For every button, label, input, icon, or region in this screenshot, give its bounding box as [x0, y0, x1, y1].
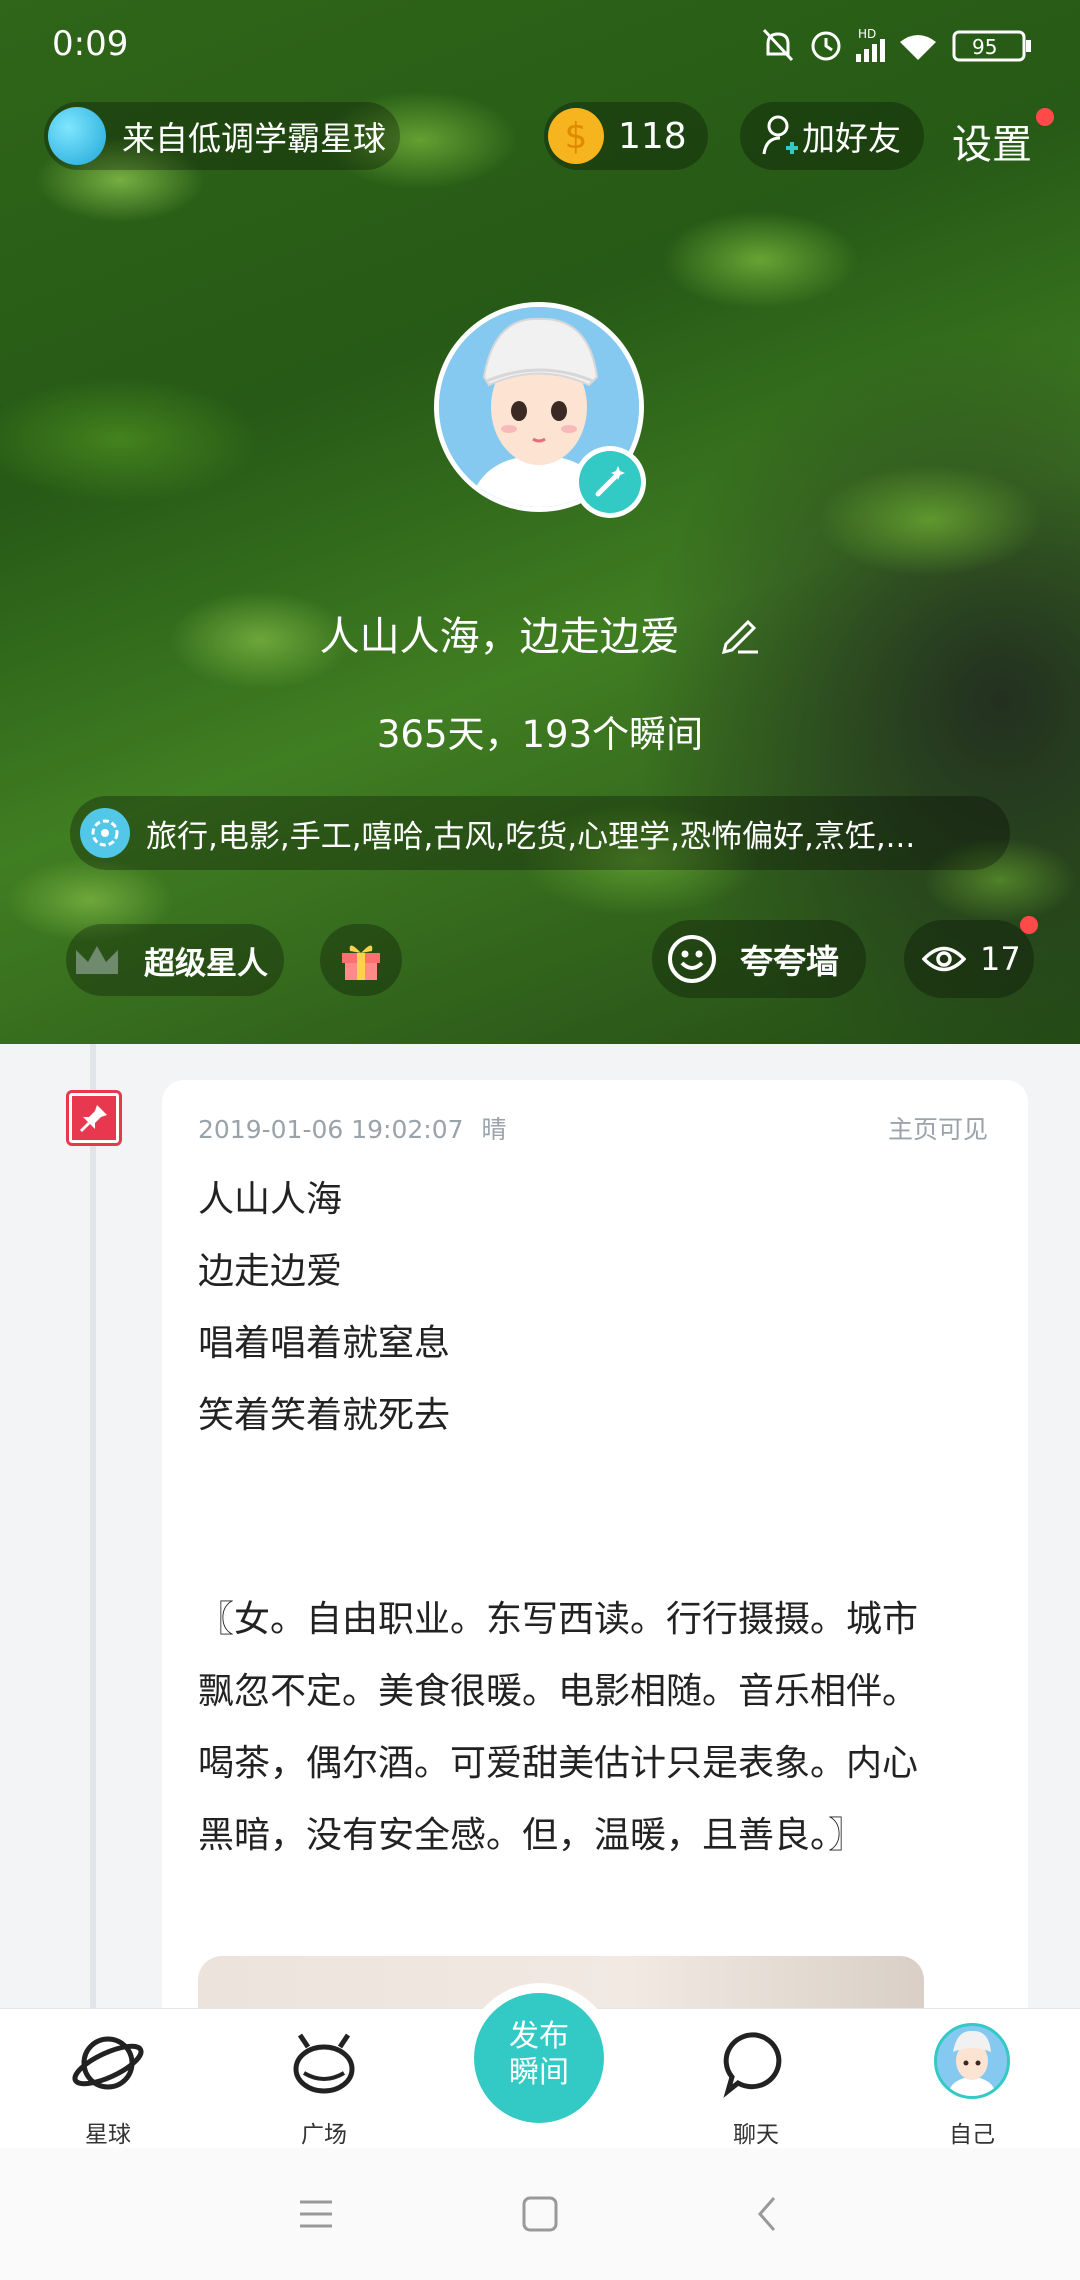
home-icon[interactable]	[520, 2194, 560, 2234]
visitor-notification-dot	[1020, 916, 1038, 934]
praise-wall-label: 夸夸墙	[740, 942, 839, 981]
planet-icon	[48, 107, 106, 165]
poem-line: 唱着唱着就窒息	[198, 1323, 451, 1364]
square-tab-icon	[293, 2033, 355, 2094]
profile-stats: 365天，193个瞬间	[376, 713, 704, 756]
publish-label-2: 瞬间	[509, 2055, 569, 2090]
back-icon[interactable]	[752, 2194, 782, 2234]
interest-tags-pill[interactable]: 旅行,电影,手工,嘻哈,古风,吃货,心理学,恐怖偏好,烹饪,...	[70, 796, 1010, 870]
planet-origin-label: 来自低调学霸星球	[122, 119, 386, 158]
tab-square[interactable]: 广场	[244, 2009, 404, 2149]
post-datetime: 2019-01-06 19:02:07	[198, 1115, 464, 1144]
avatar-edit-badge[interactable]	[574, 446, 646, 518]
me-avatar-icon	[934, 2023, 1010, 2099]
timeline-line	[90, 1044, 96, 2014]
post-visibility: 主页可见	[887, 1115, 988, 1144]
tag-flower-icon	[80, 808, 130, 858]
add-friend-button[interactable]: 加好友	[740, 102, 924, 170]
paragraph-line: 飘忽不定。美食很暖。电影相随。音乐相伴。	[198, 1671, 919, 1712]
tab-chat[interactable]: 聊天	[676, 2009, 836, 2149]
visitor-count: 17	[980, 940, 1021, 978]
profile-cover-image[interactable]: 0:09 HD 95 来自低调学霸星球 $ 118 加好友 设置 人山人海，边走…	[0, 0, 1080, 1044]
poem-line: 边走边爱	[198, 1251, 343, 1292]
status-time: 0:09	[52, 24, 129, 64]
system-navigation-bar	[0, 2148, 1080, 2280]
add-friend-label: 加好友	[802, 119, 901, 158]
menu-icon[interactable]	[296, 2196, 336, 2232]
gift-button[interactable]	[320, 924, 402, 996]
nickname-row: 人山人海，边走边爱	[0, 604, 1080, 662]
signal-icon	[856, 39, 885, 62]
tab-chat-label: 聊天	[733, 2122, 779, 2148]
crown-icon	[76, 946, 118, 974]
svg-text:95: 95	[972, 35, 997, 59]
praise-wall-button[interactable]: 夸夸墙	[652, 920, 866, 998]
planet-origin-pill[interactable]: 来自低调学霸星球	[44, 102, 400, 170]
chat-tab-icon	[723, 2032, 782, 2098]
poem-line: 人山人海	[198, 1179, 343, 1220]
publish-moment-button[interactable]: 发布 瞬间	[474, 1993, 604, 2123]
interest-tags: 旅行,电影,手工,嘻哈,古风,吃货,心理学,恐怖偏好,烹饪,...	[146, 818, 916, 855]
super-star-badge[interactable]: 超级星人	[66, 924, 284, 996]
nickname: 人山人海，边走边爱	[319, 614, 680, 660]
coin-balance-pill[interactable]: $ 118	[544, 102, 708, 170]
tab-me[interactable]: 自己	[892, 2009, 1052, 2149]
bottom-tab-bar: 星球 广场 发布 瞬间 聊天 自己	[0, 1983, 1080, 2149]
publish-label-1: 发布	[509, 2019, 569, 2054]
planet-tab-icon	[72, 2036, 144, 2090]
post-weather: 晴	[481, 1115, 507, 1144]
tab-me-label: 自己	[949, 2122, 995, 2148]
status-icons: HD 95	[760, 26, 1050, 66]
paragraph-line: 喝茶，偶尔酒。可爱甜美估计只是表象。内心	[198, 1743, 919, 1784]
svg-text:HD: HD	[858, 27, 876, 41]
settings-button[interactable]: 设置	[952, 112, 1032, 170]
edit-pencil-icon[interactable]	[720, 614, 760, 655]
visitor-count-button[interactable]: 17	[904, 920, 1034, 998]
settings-notification-dot	[1036, 108, 1054, 126]
moment-post-card[interactable]: 2019-01-06 19:02:07 晴 主页可见 人山人海 边走边爱 唱着唱…	[162, 1080, 1028, 2076]
pinned-post-icon	[66, 1090, 122, 1146]
post-paragraph: 〖女。自由职业。东写西读。行行摄摄。城市 飘忽不定。美食很暖。电影相随。音乐相伴…	[198, 1584, 918, 1872]
post-poem: 人山人海 边走边爱 唱着唱着就窒息 笑着笑着就死去	[198, 1164, 450, 1452]
tab-planet-label: 星球	[85, 2122, 131, 2148]
magic-wand-icon	[579, 451, 641, 513]
coin-count: 118	[618, 115, 687, 157]
tab-planet[interactable]: 星球	[28, 2009, 188, 2149]
poem-line: 笑着笑着就死去	[198, 1395, 451, 1436]
tab-square-label: 广场	[301, 2122, 347, 2148]
wifi-icon	[900, 35, 936, 60]
gift-icon	[342, 945, 380, 980]
paragraph-line: 黑暗，没有安全感。但，温暖，且善良。〗	[198, 1815, 865, 1856]
add-friend-icon	[762, 115, 798, 155]
smiley-icon	[668, 935, 716, 983]
eye-icon	[922, 946, 966, 972]
paragraph-line: 〖女。自由职业。东写西读。行行摄摄。城市	[198, 1599, 919, 1640]
coin-icon: $	[548, 108, 604, 164]
super-star-label: 超级星人	[144, 945, 268, 982]
post-meta: 2019-01-06 19:02:07 晴	[198, 1110, 506, 1146]
